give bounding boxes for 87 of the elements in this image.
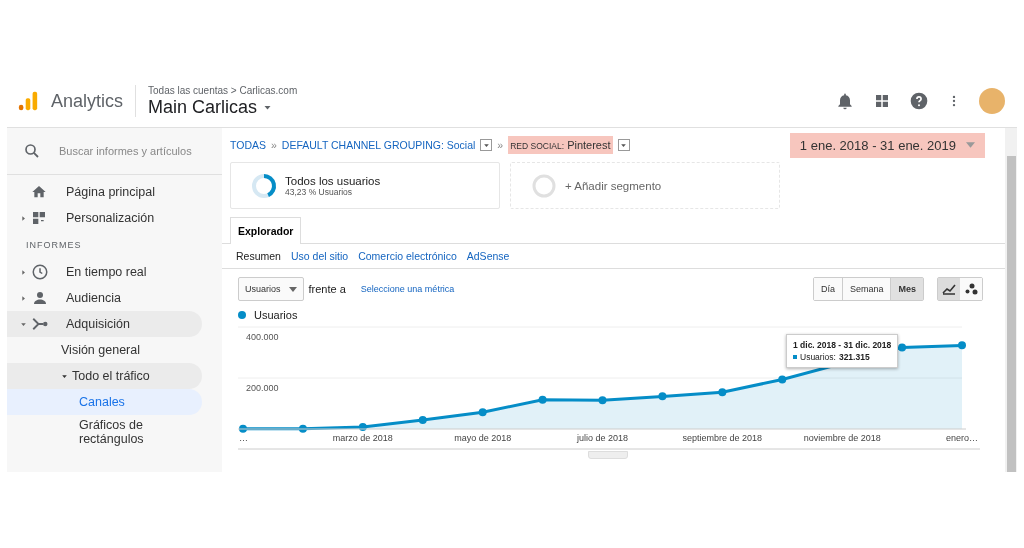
data-point <box>718 388 727 397</box>
nav-item[interactable]: Visión general <box>7 337 202 363</box>
segment-subtitle: 43,23 % Usuarios <box>285 186 354 197</box>
subtab[interactable]: Comercio electrónico <box>358 250 457 262</box>
dashboard-icon <box>31 210 47 226</box>
breadcrumb-link[interactable]: TODAS <box>230 139 266 151</box>
subtab[interactable]: Uso del sitio <box>290 250 349 262</box>
caret-right-icon <box>19 214 27 222</box>
axis-label: … <box>239 433 248 443</box>
bell-icon <box>835 91 855 111</box>
apps-icon <box>873 92 891 110</box>
resize-handle[interactable] <box>588 451 628 459</box>
chart-type-button[interactable] <box>960 278 982 300</box>
axis-label: 200.000 <box>246 383 279 393</box>
axis-label: julio de 2018 <box>577 433 628 443</box>
add-segment-button[interactable]: + Añadir segmento <box>510 162 780 209</box>
search-icon <box>23 142 41 160</box>
data-point <box>598 396 607 405</box>
product-name: Analytics <box>51 90 124 112</box>
bubbles-icon <box>964 283 978 295</box>
tooltip-title: 1 dic. 2018 - 31 dic. 2018 <box>793 340 892 350</box>
caret-right-icon <box>19 268 27 276</box>
axis-label: enero… <box>945 433 978 443</box>
data-point <box>538 395 547 404</box>
nav-item[interactable]: En tiempo real <box>7 259 202 285</box>
date-range-picker[interactable]: 1 ene. 2018 - 31 ene. 2019 <box>789 132 985 158</box>
clock-icon <box>31 263 49 281</box>
axis-label: marzo de 2018 <box>332 433 393 443</box>
breadcrumb-separator: » <box>497 139 504 151</box>
segment-title: Todos los usuarios <box>285 174 381 187</box>
circle-icon <box>531 172 557 199</box>
granularity-button[interactable]: Día <box>813 278 842 300</box>
help-icon <box>909 91 929 111</box>
search-field[interactable]: Buscar informes y artículos <box>57 144 211 158</box>
nav-item[interactable]: Audiencia <box>7 285 202 311</box>
caret-down-icon <box>19 320 27 328</box>
granularity-button[interactable]: Semana <box>841 278 891 300</box>
analytics-logo-icon <box>17 90 39 112</box>
caret-right-icon <box>19 294 27 302</box>
compare-label: frente a <box>308 283 346 295</box>
segment-card[interactable]: Todos los usuarios 43,23 % Usuarios <box>230 162 500 209</box>
axis-label: 400.000 <box>246 332 279 342</box>
nav-item[interactable]: Página principal <box>7 179 202 205</box>
dropdown-toggle[interactable] <box>617 139 630 151</box>
tab[interactable]: Explorador <box>230 217 302 244</box>
legend-label: Usuarios <box>254 309 298 321</box>
person-icon <box>31 289 49 307</box>
nav-item[interactable]: Gráficos de rectángulos <box>7 415 202 449</box>
axis-label: septiembre de 2018 <box>682 433 763 443</box>
section-heading: INFORMES <box>25 239 83 252</box>
subtab[interactable]: AdSense <box>466 250 510 262</box>
caret-down-icon <box>620 141 628 149</box>
view-selector[interactable]: Main Carlicas <box>148 96 298 118</box>
nav-item[interactable]: Adquisición <box>7 311 202 337</box>
metric-link[interactable]: Seleccione una métrica <box>360 284 455 294</box>
metric-dropdown[interactable]: Usuarios <box>238 277 304 301</box>
home-icon <box>31 184 47 200</box>
caret-down-icon <box>966 142 975 148</box>
chart-type-button[interactable] <box>938 278 960 300</box>
caret-down-icon <box>482 141 490 149</box>
axis-label: noviembre de 2018 <box>803 433 881 443</box>
line-chart-icon <box>942 283 956 295</box>
data-point <box>898 343 907 352</box>
data-point <box>478 408 487 417</box>
nav-item[interactable]: Todo el tráfico <box>7 363 202 389</box>
data-point <box>418 416 427 425</box>
caret-down-icon <box>61 372 68 380</box>
breadcrumb-link[interactable]: DEFAULT CHANNEL GROUPING: Social <box>281 139 476 151</box>
subtab[interactable]: Resumen <box>236 250 281 262</box>
granularity-button[interactable]: Mes <box>890 278 923 300</box>
scrollbar[interactable] <box>1005 128 1017 472</box>
breadcrumb-separator: » <box>271 139 277 151</box>
data-point <box>658 392 667 401</box>
nav-item[interactable]: Personalización <box>7 205 202 231</box>
account-breadcrumb: Todas las cuentas > Carlicas.com <box>148 84 298 96</box>
data-point <box>298 424 307 433</box>
data-point <box>358 422 367 431</box>
data-point <box>958 341 966 350</box>
caret-down-icon <box>288 286 297 292</box>
axis-label: mayo de 2018 <box>454 433 512 443</box>
dropdown-toggle[interactable] <box>480 139 493 151</box>
data-point <box>778 375 787 384</box>
data-point <box>239 424 247 433</box>
segment-filter[interactable]: RED SOCIAL: Pinterest <box>508 136 613 154</box>
nav-item[interactable]: Canales <box>7 389 202 415</box>
donut-icon <box>251 172 277 199</box>
tooltip-value: Usuarios: 321.315 <box>793 352 892 362</box>
